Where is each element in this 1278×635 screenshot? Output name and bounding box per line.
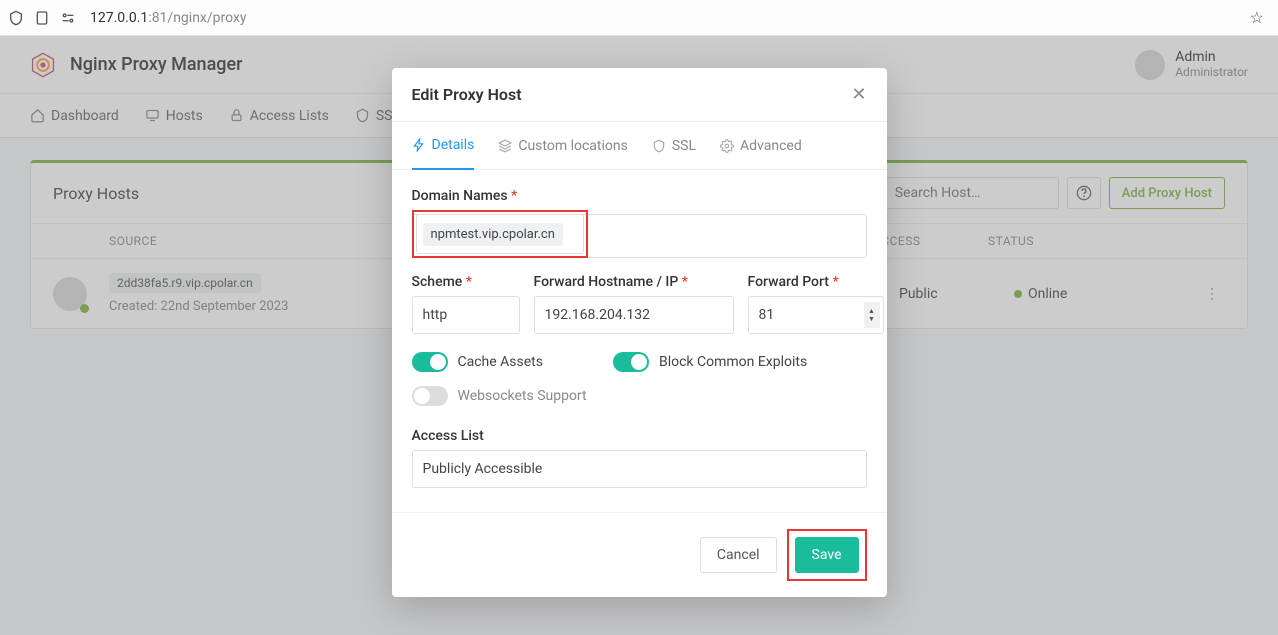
modal-title: Edit Proxy Host bbox=[412, 85, 852, 104]
switch-websockets[interactable] bbox=[412, 386, 448, 406]
tab-details[interactable]: Details bbox=[412, 123, 475, 170]
browser-controls bbox=[8, 10, 76, 26]
forward-host-input[interactable] bbox=[534, 296, 734, 334]
label-scheme: Scheme * bbox=[412, 274, 520, 290]
bookmark-star-icon[interactable]: ☆ bbox=[1250, 8, 1264, 27]
scheme-input[interactable] bbox=[412, 296, 520, 334]
highlight-save: Save bbox=[787, 529, 867, 581]
toggle-block-exploits[interactable]: Block Common Exploits bbox=[613, 352, 807, 372]
switch-block-exploits[interactable] bbox=[613, 352, 649, 372]
url-host: 127.0.0.1 bbox=[90, 10, 148, 26]
tab-advanced[interactable]: Advanced bbox=[720, 122, 802, 169]
toggle-websockets[interactable]: Websockets Support bbox=[412, 386, 587, 406]
save-button[interactable]: Save bbox=[795, 537, 859, 573]
domain-name-chip[interactable]: npmtest.vip.cpolar.cn bbox=[423, 223, 563, 246]
browser-address-bar: 127.0.0.1:81/nginx/proxy ☆ bbox=[0, 0, 1278, 36]
label-forward-port: Forward Port * bbox=[748, 274, 884, 290]
document-icon bbox=[34, 10, 50, 26]
toggle-cache-assets[interactable]: Cache Assets bbox=[412, 352, 543, 372]
lightning-icon bbox=[412, 138, 426, 152]
shield-icon bbox=[652, 139, 666, 153]
modal-overlay: Edit Proxy Host ✕ Details Custom locatio… bbox=[0, 36, 1278, 635]
highlight-domain-names: npmtest.vip.cpolar.cn bbox=[412, 210, 588, 258]
modal-tabs: Details Custom locations SSL Advanced bbox=[392, 122, 887, 170]
url-path: :81/nginx/proxy bbox=[148, 10, 246, 26]
label-access-list: Access List bbox=[412, 428, 867, 444]
layers-icon bbox=[498, 139, 512, 153]
tab-ssl[interactable]: SSL bbox=[652, 122, 696, 169]
edit-proxy-host-modal: Edit Proxy Host ✕ Details Custom locatio… bbox=[392, 68, 887, 597]
label-domain-names: Domain Names * bbox=[412, 188, 867, 204]
tab-custom-locations[interactable]: Custom locations bbox=[498, 122, 628, 169]
shield-icon bbox=[8, 10, 24, 26]
gear-icon bbox=[720, 139, 734, 153]
cancel-button[interactable]: Cancel bbox=[700, 537, 777, 573]
settings-toggle-icon bbox=[60, 10, 76, 26]
modal-close-button[interactable]: ✕ bbox=[851, 84, 866, 105]
access-list-input[interactable] bbox=[412, 450, 867, 488]
label-forward-host: Forward Hostname / IP * bbox=[534, 274, 734, 290]
address-url[interactable]: 127.0.0.1:81/nginx/proxy bbox=[84, 5, 1242, 31]
switch-cache-assets[interactable] bbox=[412, 352, 448, 372]
port-spinner[interactable]: ▲▼ bbox=[864, 302, 880, 328]
domain-names-input[interactable]: npmtest.vip.cpolar.cn bbox=[416, 214, 584, 254]
